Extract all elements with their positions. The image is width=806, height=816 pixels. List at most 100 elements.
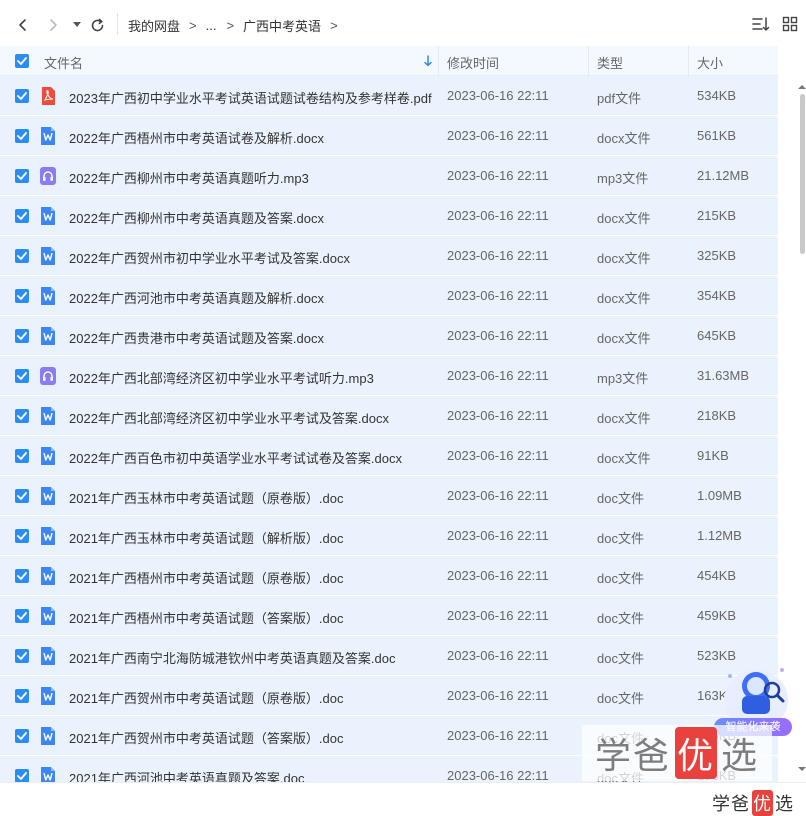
- file-row[interactable]: 2021年广西玉林市中考英语试题（原卷版）.doc 2023-06-16 22:1…: [0, 476, 778, 516]
- row-checkbox[interactable]: [15, 249, 29, 263]
- file-size: 31.63MB: [697, 368, 750, 383]
- file-name[interactable]: 2022年广西北部湾经济区初中学业水平考试听力.mp3: [69, 368, 374, 387]
- row-checkbox[interactable]: [15, 729, 29, 743]
- forward-button[interactable]: [40, 12, 66, 38]
- file-row[interactable]: 2022年广西河池市中考英语真题及解析.docx 2023-06-16 22:11…: [0, 276, 778, 316]
- file-type: docx文件: [597, 251, 651, 266]
- file-name[interactable]: 2022年广西河池市中考英语真题及解析.docx: [69, 288, 324, 307]
- breadcrumb-separator: >: [226, 18, 235, 33]
- file-row[interactable]: 2022年广西贵港市中考英语试题及答案.docx 2023-06-16 22:11…: [0, 316, 778, 356]
- history-dropdown[interactable]: [70, 12, 84, 38]
- file-row[interactable]: 2022年广西北部湾经济区初中学业水平考试及答案.docx 2023-06-16 …: [0, 396, 778, 436]
- file-modified-time: 2023-06-16 22:11: [447, 168, 549, 183]
- scrollbar-thumb[interactable]: [800, 94, 805, 254]
- file-row[interactable]: 2021年广西梧州市中考英语试题（答案版）.doc 2023-06-16 22:1…: [0, 596, 778, 636]
- row-checkbox[interactable]: [15, 289, 29, 303]
- file-name[interactable]: 2021年广西梧州市中考英语试题（答案版）.doc: [69, 608, 344, 627]
- word-file-icon: [39, 326, 57, 346]
- column-divider[interactable]: [438, 46, 439, 76]
- row-checkbox[interactable]: [15, 409, 29, 423]
- file-name[interactable]: 2022年广西贵港市中考英语试题及答案.docx: [69, 328, 324, 347]
- file-name[interactable]: 2022年广西柳州市中考英语真题及答案.docx: [69, 208, 324, 227]
- file-row[interactable]: 2021年广西玉林市中考英语试题（解析版）.doc 2023-06-16 22:1…: [0, 516, 778, 556]
- check-icon: [17, 172, 27, 180]
- breadcrumb-ellipsis[interactable]: ...: [206, 18, 217, 33]
- row-checkbox[interactable]: [15, 649, 29, 663]
- file-size: 1.09MB: [697, 488, 742, 503]
- toolbar-divider: [117, 13, 118, 35]
- header-time[interactable]: 修改时间: [447, 53, 499, 72]
- file-row[interactable]: 2023年广西初中学业水平考试英语试题试卷结构及参考样卷.pdf 2023-06-…: [0, 76, 778, 116]
- file-name[interactable]: 2022年广西柳州市中考英语真题听力.mp3: [69, 168, 309, 187]
- file-row[interactable]: 2022年广西柳州市中考英语真题听力.mp3 2023-06-16 22:11 mp…: [0, 156, 778, 196]
- header-size[interactable]: 大小: [697, 53, 723, 72]
- file-name[interactable]: 2021年广西南宁北海防城港钦州中考英语真题及答案.doc: [69, 648, 396, 667]
- check-icon: [17, 212, 27, 220]
- file-row[interactable]: 2022年广西柳州市中考英语真题及答案.docx 2023-06-16 22:11…: [0, 196, 778, 236]
- chevron-left-icon: [19, 19, 26, 31]
- row-checkbox[interactable]: [15, 169, 29, 183]
- file-name[interactable]: 2021年广西贺州市中考英语试题（原卷版）.doc: [69, 688, 344, 707]
- file-name[interactable]: 2022年广西梧州市中考英语试卷及解析.docx: [69, 128, 324, 147]
- word-file-icon: [39, 646, 57, 666]
- row-checkbox[interactable]: [15, 329, 29, 343]
- file-row[interactable]: 2021年广西贺州市中考英语试题（原卷版）.doc 2023-06-16 22:1…: [0, 676, 778, 716]
- file-size: 215KB: [697, 208, 737, 223]
- file-row[interactable]: 2022年广西百色市初中英语学业水平考试试卷及答案.docx 2023-06-16…: [0, 436, 778, 476]
- header-name[interactable]: 文件名: [44, 53, 83, 72]
- row-checkbox[interactable]: [15, 89, 29, 103]
- file-name[interactable]: 2021年广西河池中考英语真题及答案.doc: [69, 768, 305, 782]
- file-modified-time: 2023-06-16 22:11: [447, 768, 549, 782]
- row-checkbox[interactable]: [15, 529, 29, 543]
- file-name[interactable]: 2023年广西初中学业水平考试英语试题试卷结构及参考样卷.pdf: [69, 88, 432, 107]
- file-modified-time: 2023-06-16 22:11: [447, 328, 549, 343]
- column-divider[interactable]: [588, 46, 589, 76]
- breadcrumb-root[interactable]: 我的网盘: [128, 16, 180, 35]
- check-icon: [17, 132, 27, 140]
- check-icon: [17, 332, 27, 340]
- row-checkbox[interactable]: [15, 569, 29, 583]
- row-checkbox[interactable]: [15, 449, 29, 463]
- scroll-down-arrow[interactable]: [798, 766, 806, 772]
- row-checkbox[interactable]: [15, 489, 29, 503]
- word-file-icon: [39, 486, 57, 506]
- row-checkbox[interactable]: [15, 609, 29, 623]
- word-file-icon: [39, 406, 57, 426]
- row-checkbox[interactable]: [15, 209, 29, 223]
- row-checkbox[interactable]: [15, 369, 29, 383]
- header-type[interactable]: 类型: [597, 53, 623, 72]
- file-name[interactable]: 2022年广西北部湾经济区初中学业水平考试及答案.docx: [69, 408, 389, 427]
- row-checkbox[interactable]: [15, 689, 29, 703]
- file-name[interactable]: 2021年广西梧州市中考英语试题（原卷版）.doc: [69, 568, 344, 587]
- breadcrumb-current[interactable]: 广西中考英语: [243, 16, 321, 35]
- check-icon: [17, 452, 27, 460]
- row-checkbox[interactable]: [15, 129, 29, 143]
- file-size: 21.12MB: [697, 168, 750, 183]
- file-size: 561KB: [697, 128, 737, 143]
- file-row[interactable]: 2021年广西南宁北海防城港钦州中考英语真题及答案.doc 2023-06-16 …: [0, 636, 778, 676]
- file-name[interactable]: 2022年广西贺州市初中学业水平考试及答案.docx: [69, 248, 350, 267]
- file-list: 2023年广西初中学业水平考试英语试题试卷结构及参考样卷.pdf 2023-06-…: [0, 76, 778, 782]
- select-all-checkbox[interactable]: [15, 54, 29, 68]
- file-name[interactable]: 2021年广西玉林市中考英语试题（解析版）.doc: [69, 528, 344, 547]
- file-name[interactable]: 2022年广西百色市初中英语学业水平考试试卷及答案.docx: [69, 448, 402, 467]
- file-row[interactable]: 2022年广西梧州市中考英语试卷及解析.docx 2023-06-16 22:11…: [0, 116, 778, 156]
- watermark-text: 选: [721, 736, 760, 777]
- grid-view-button[interactable]: [782, 16, 798, 35]
- file-name[interactable]: 2021年广西玉林市中考英语试题（原卷版）.doc: [69, 488, 344, 507]
- back-button[interactable]: [10, 12, 36, 38]
- row-checkbox[interactable]: [15, 769, 29, 782]
- refresh-button[interactable]: [84, 12, 110, 38]
- file-name[interactable]: 2021年广西贺州市中考英语试题（答案版）.doc: [69, 728, 344, 747]
- scroll-up-arrow[interactable]: [798, 84, 806, 90]
- file-row[interactable]: 2022年广西北部湾经济区初中学业水平考试听力.mp3 2023-06-16 22…: [0, 356, 778, 396]
- column-divider[interactable]: [688, 46, 689, 76]
- column-header: 文件名 修改时间 类型 大小: [0, 46, 778, 76]
- file-size: 1.12MB: [697, 528, 742, 543]
- file-row[interactable]: 2021年广西梧州市中考英语试题（原卷版）.doc 2023-06-16 22:1…: [0, 556, 778, 596]
- sort-desc-icon[interactable]: [424, 55, 432, 67]
- file-row[interactable]: 2022年广西贺州市初中学业水平考试及答案.docx 2023-06-16 22:…: [0, 236, 778, 276]
- audio-file-icon: [39, 166, 57, 186]
- file-modified-time: 2023-06-16 22:11: [447, 128, 549, 143]
- sort-button[interactable]: [752, 16, 770, 35]
